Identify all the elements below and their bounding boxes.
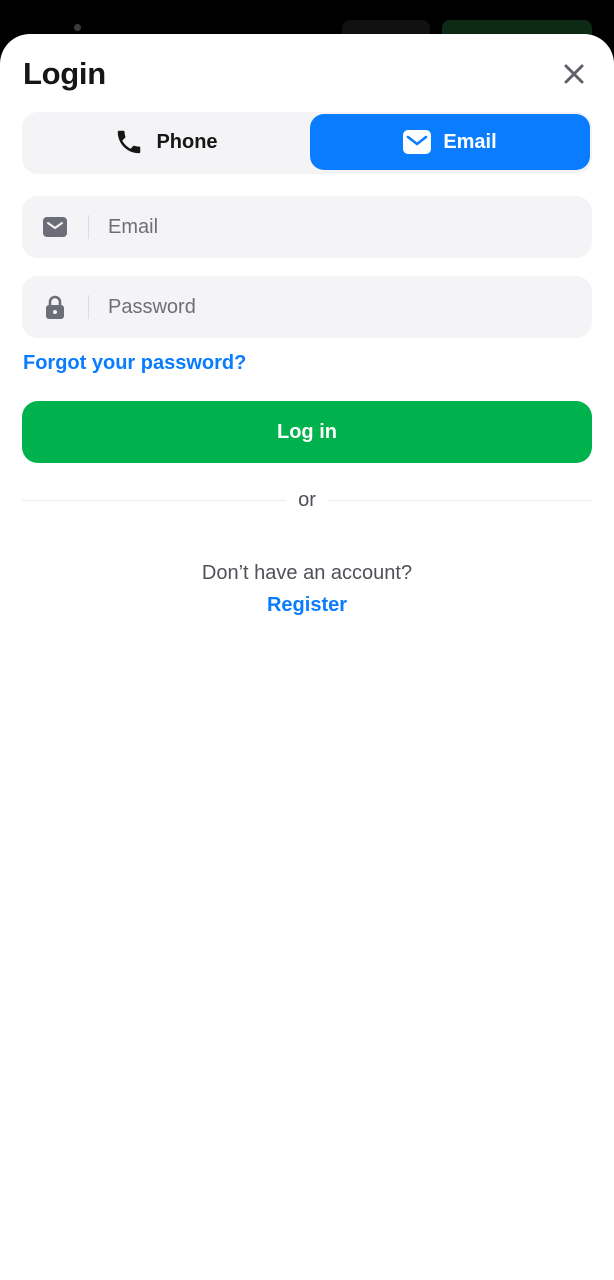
page-title: Login [23, 56, 106, 91]
forgot-password-link[interactable]: Forgot your password? [23, 352, 246, 375]
tab-phone-label: Phone [156, 130, 218, 153]
tab-email-label: Email [443, 130, 497, 153]
password-input[interactable] [106, 294, 570, 320]
register-row: Register [0, 594, 614, 617]
login-method-tabs: Phone Email [22, 112, 592, 174]
field-separator [88, 215, 89, 239]
login-button[interactable]: Log in [22, 401, 592, 463]
envelope-icon [22, 217, 88, 237]
field-separator [88, 295, 89, 319]
tab-phone[interactable]: Phone [24, 114, 308, 170]
status-dot [74, 24, 81, 31]
divider-label: or [298, 489, 316, 511]
close-icon [564, 64, 584, 84]
phone-icon [114, 127, 144, 157]
email-input[interactable] [106, 214, 570, 240]
envelope-icon [403, 129, 432, 155]
no-account-text: Don’t have an account? [201, 562, 413, 584]
login-sheet: Login Phone Email Email Forgot your pass… [0, 34, 614, 1280]
register-link[interactable]: Register [267, 594, 347, 616]
divider-line [22, 500, 286, 501]
close-button[interactable] [560, 60, 588, 88]
email-field-container [22, 196, 592, 258]
lock-icon [22, 295, 88, 319]
tab-email[interactable]: Email [310, 114, 590, 170]
password-field-container [22, 276, 592, 338]
divider-line [328, 500, 592, 501]
